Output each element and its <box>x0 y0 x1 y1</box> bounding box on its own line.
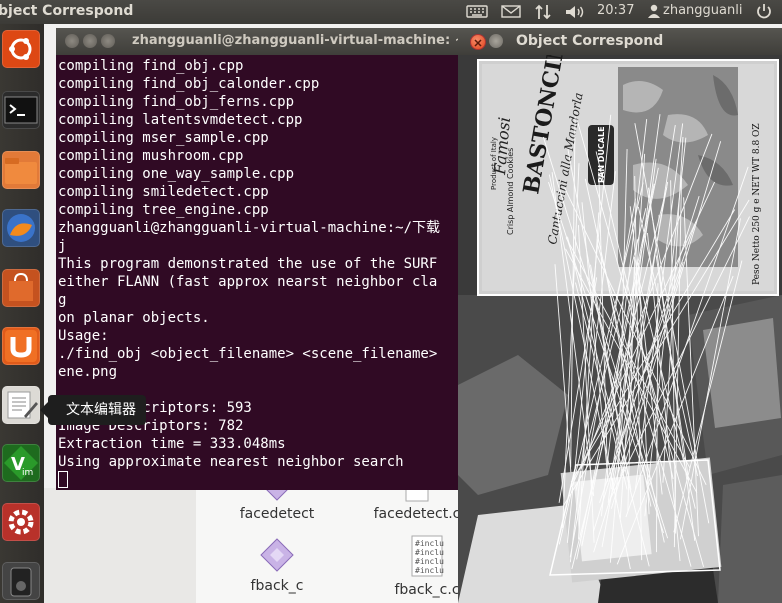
network-icon[interactable] <box>533 3 553 21</box>
terminal-line: ./find_obj <object_filename> <scene_file… <box>58 346 438 362</box>
terminal-line: compiling mser_sample.cpp <box>58 130 269 146</box>
maximize-button[interactable] <box>101 34 115 48</box>
terminal-line: compiling find_obj_ferns.cpp <box>58 94 295 110</box>
file-name: facedetect <box>239 506 315 522</box>
close-button[interactable] <box>65 34 79 48</box>
terminal-line: Extraction time = 333.048ms <box>58 436 286 452</box>
terminal-app-icon[interactable] <box>2 91 40 129</box>
terminal-line: ene.png <box>58 364 118 380</box>
text-editor-app-icon[interactable] <box>2 386 40 424</box>
minimize-button[interactable] <box>489 34 503 48</box>
volume-icon[interactable] <box>564 3 586 21</box>
source-file-icon: #inclu#inclu#inclu#inclu <box>411 535 444 577</box>
terminal-line: zhangguanli@zhangguanli-virtual-machine:… <box>58 220 441 236</box>
launcher-tooltip: 文本编辑器 <box>40 395 146 425</box>
terminal-line: g <box>58 292 67 308</box>
file-name: facedetect.c <box>373 506 461 522</box>
top-panel: bject Correspond 20:37 zhangguanli <box>0 0 782 24</box>
terminal-line: on planar objects. <box>58 310 210 326</box>
terminal-line: This program demonstrated the use of the… <box>58 256 438 272</box>
executable-icon <box>260 538 294 572</box>
terminal-cursor <box>58 471 68 488</box>
device-icon[interactable] <box>2 562 40 600</box>
launcher: Vim <box>0 24 44 603</box>
terminal-line: compiling find_obj.cpp <box>58 58 244 74</box>
file-manager-sidebar <box>44 488 197 603</box>
file-name: fback_c <box>250 578 304 594</box>
svg-text:im: im <box>22 468 33 478</box>
terminal-line: Using approximate nearest neighbor searc… <box>58 454 404 470</box>
terminal-line: either FLANN (fast approx nearst neighbo… <box>58 274 438 290</box>
terminal-line: compiling tree_engine.cpp <box>58 202 269 218</box>
terminal-line: compiling one_way_sample.cpp <box>58 166 295 182</box>
mail-icon[interactable] <box>501 3 521 21</box>
close-button[interactable] <box>470 34 486 50</box>
svg-text:#inclu: #inclu <box>415 548 444 557</box>
terminal-line: compiling smiledetect.cpp <box>58 184 269 200</box>
terminal-title: zhangguanli@zhangguanli-virtual-machine:… <box>132 33 458 48</box>
image-window-title: Object Correspond <box>516 33 664 49</box>
files-app-icon[interactable] <box>2 151 40 189</box>
firefox-app-icon[interactable] <box>2 209 40 247</box>
svg-text:#inclu: #inclu <box>415 539 444 548</box>
correspondence-image: BASTONCINI Product of Italy Crisp Almond… <box>458 55 782 603</box>
system-settings-icon[interactable] <box>2 503 40 541</box>
user-name[interactable]: zhangguanli <box>663 3 742 21</box>
object-correspond-window[interactable]: Object Correspond BASTONCINI Product of … <box>458 28 782 603</box>
svg-text:#inclu: #inclu <box>415 566 444 575</box>
user-icon[interactable] <box>647 3 661 21</box>
terminal-line: Usage: <box>58 328 109 344</box>
svg-text:Peso Netto 250 g e NET WT 8.8: Peso Netto 250 g e NET WT 8.8 OZ <box>752 123 762 285</box>
terminal-line: compiling mushroom.cpp <box>58 148 244 164</box>
svg-text:#inclu: #inclu <box>415 557 444 566</box>
active-window-title: bject Correspond <box>0 3 134 19</box>
terminal-output[interactable]: compiling find_obj.cpp compiling find_obj… <box>58 57 458 490</box>
file-item[interactable]: fback_c <box>222 536 332 594</box>
software-center-icon[interactable] <box>2 269 40 307</box>
clock[interactable]: 20:37 <box>597 3 634 21</box>
image-window-titlebar[interactable]: Object Correspond <box>458 28 782 55</box>
ubuntu-dash-icon[interactable] <box>2 30 40 68</box>
terminal-line: j <box>58 238 67 254</box>
ubuntu-one-icon[interactable] <box>2 327 40 365</box>
vim-app-icon[interactable]: Vim <box>2 444 40 482</box>
keyboard-icon[interactable] <box>466 3 488 21</box>
power-icon[interactable] <box>755 3 773 21</box>
terminal-line: compiling latentsvmdetect.cpp <box>58 112 303 128</box>
terminal-line: compiling find_obj_calonder.cpp <box>58 76 320 92</box>
terminal-titlebar[interactable]: zhangguanli@zhangguanli-virtual-machine:… <box>56 28 458 55</box>
minimize-button[interactable] <box>83 34 97 48</box>
terminal-cursor-line <box>58 471 458 490</box>
